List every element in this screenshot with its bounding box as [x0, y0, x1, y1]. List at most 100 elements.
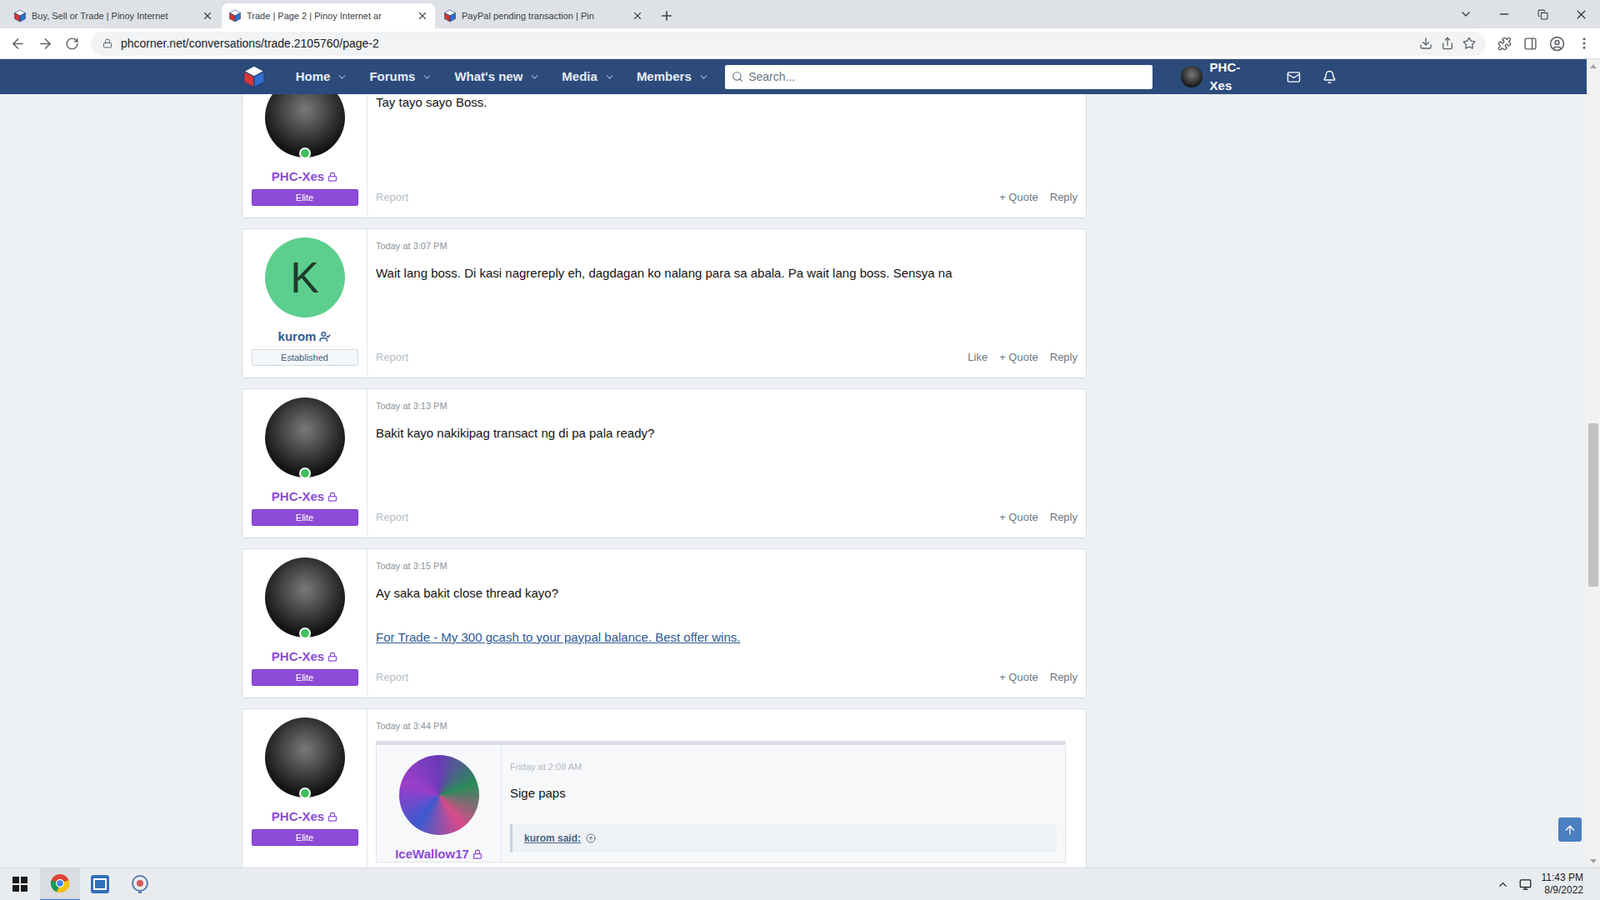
post-author: PHC-Xes Elite [242, 709, 368, 868]
quote-avatar[interactable] [399, 755, 480, 835]
lock-icon [327, 811, 338, 822]
post: PHC-XesEliteToday at 3:15 PMAy saka baki… [241, 548, 1087, 699]
restore-button[interactable] [1523, 0, 1562, 29]
quote-username[interactable]: IceWallow17 [395, 846, 483, 862]
close-tab-icon[interactable] [416, 10, 429, 22]
web-page: Home Forums What's new Media Members Search..… [0, 59, 1587, 868]
post-footer: Report + Quote Reply [375, 181, 1078, 205]
avatar[interactable] [265, 94, 345, 158]
rank-badge: Elite [251, 189, 359, 206]
taskbar-app[interactable] [40, 868, 80, 900]
search-field[interactable]: Search... [725, 65, 1153, 90]
address-bar[interactable]: phcorner.net/conversations/trade.2105760… [90, 31, 1486, 56]
post-action[interactable]: + Quote [999, 670, 1039, 685]
browser-toolbar: phcorner.net/conversations/trade.2105760… [0, 28, 1600, 60]
profile-icon[interactable] [1549, 35, 1565, 52]
close-window-button[interactable] [1561, 0, 1600, 29]
nested-quote-author[interactable]: kurom said: [524, 830, 581, 846]
reload-icon[interactable] [65, 36, 80, 51]
post-action[interactable]: Like [967, 350, 988, 365]
report-link[interactable]: Report [375, 350, 409, 365]
lock-icon [472, 849, 483, 860]
avatar[interactable] [265, 717, 345, 798]
bookmark-star-icon[interactable] [1462, 36, 1476, 50]
nav-item[interactable]: Home [295, 67, 349, 87]
post-action[interactable]: + Quote [999, 190, 1039, 205]
report-link[interactable]: Report [375, 670, 409, 685]
avatar[interactable] [265, 557, 345, 638]
jump-to-icon[interactable] [585, 833, 596, 844]
tab-search-button[interactable] [1446, 0, 1485, 29]
new-tab-button[interactable] [655, 3, 679, 29]
install-icon[interactable] [1419, 36, 1433, 50]
page-scrollbar[interactable] [1586, 59, 1600, 868]
username[interactable]: PHC-Xes [271, 169, 338, 185]
username[interactable]: PHC-Xes [271, 649, 338, 665]
bell-icon[interactable] [1322, 70, 1337, 85]
content: PHC-XesEliteTay tayo sayo Boss.Report+ Q… [0, 94, 1587, 868]
browser-tab[interactable]: Buy, Sell or Trade | Pinoy Internet [6, 3, 220, 29]
report-link[interactable]: Report [375, 190, 409, 205]
avatar[interactable]: K [265, 237, 345, 318]
search-icon [731, 70, 744, 83]
nested-quote: kurom said: [510, 824, 1057, 853]
quote-time[interactable]: Friday at 2:08 AM [510, 761, 1065, 773]
post-action[interactable]: Reply [1050, 670, 1078, 685]
nav-item[interactable]: Media [561, 67, 615, 87]
user-menu[interactable]: PHC-Xes [1180, 59, 1263, 96]
post-message: Bakit kayo nakikipag transact ng di pa p… [375, 424, 1078, 443]
scroll-top-button[interactable] [1558, 817, 1582, 842]
quote-block: IceWallow17Friday at 2:08 AMSige papskur… [375, 740, 1066, 863]
clock[interactable]: 11:43 PM8/9/2022 [1541, 871, 1584, 897]
username[interactable]: kurom [278, 329, 332, 345]
browser-tab[interactable]: Trade | Page 2 | Pinoy Internet ar [221, 3, 435, 29]
app-icon [90, 874, 110, 895]
post-action[interactable]: Reply [1050, 510, 1078, 525]
post-time[interactable]: Today at 3:15 PM [375, 560, 1078, 572]
post: PHC-XesEliteToday at 3:13 PMBakit kayo n… [241, 388, 1087, 539]
post-action[interactable]: Reply [1050, 190, 1078, 205]
minimize-button[interactable] [1485, 0, 1524, 29]
forward-icon[interactable] [37, 35, 54, 52]
post-action[interactable]: + Quote [999, 350, 1039, 365]
arrow-up-icon [1563, 823, 1577, 837]
taskbar-app[interactable] [120, 868, 160, 900]
side-panel-icon[interactable] [1523, 36, 1538, 51]
post-body: Today at 3:07 PMWait lang boss. Di kasi … [367, 229, 1086, 378]
report-link[interactable]: Report [375, 510, 409, 525]
close-tab-icon[interactable] [201, 10, 214, 22]
close-tab-icon[interactable] [631, 10, 644, 22]
nav-item[interactable]: What's new [454, 67, 540, 87]
extensions-icon[interactable] [1497, 36, 1512, 51]
post-time[interactable]: Today at 3:13 PM [375, 400, 1078, 412]
back-icon[interactable] [10, 35, 26, 52]
post-body: Today at 3:15 PMAy saka bakit close thre… [367, 549, 1086, 698]
start-button[interactable] [0, 868, 40, 900]
thread-link[interactable]: For Trade - My 300 gcash to your paypal … [375, 628, 1078, 647]
taskbar-app[interactable] [80, 868, 120, 900]
phcorner-logo-icon [228, 9, 242, 23]
avatar[interactable] [265, 397, 345, 478]
share-icon[interactable] [1440, 36, 1455, 50]
mail-icon[interactable] [1286, 70, 1301, 85]
post-time[interactable]: Today at 3:07 PM [375, 240, 1078, 252]
post-time[interactable]: Today at 3:44 PM [375, 720, 1078, 732]
username[interactable]: PHC-Xes [271, 809, 338, 825]
nav-item[interactable]: Forums [369, 67, 433, 87]
scrollbar-thumb[interactable] [1588, 423, 1599, 587]
dropdown-icon [604, 71, 615, 83]
lock-icon [327, 491, 338, 502]
network-icon[interactable] [1519, 878, 1532, 891]
browser-tab[interactable]: PayPal pending transaction | Pin [436, 3, 650, 29]
menu-icon[interactable] [1576, 35, 1592, 51]
rank-badge: Elite [251, 829, 359, 846]
post-body: Today at 3:13 PM Bakit kayo nakikipag tra… [367, 389, 1086, 538]
post-action[interactable]: + Quote [999, 510, 1039, 525]
online-indicator [299, 627, 311, 640]
site-nav: Home Forums What's new Media Members Search..… [0, 59, 1587, 95]
post-action[interactable]: Reply [1050, 350, 1078, 365]
tray-overflow-icon[interactable] [1496, 878, 1510, 891]
username[interactable]: PHC-Xes [271, 489, 338, 505]
lock-icon [327, 171, 338, 182]
nav-item[interactable]: Members [636, 67, 710, 87]
